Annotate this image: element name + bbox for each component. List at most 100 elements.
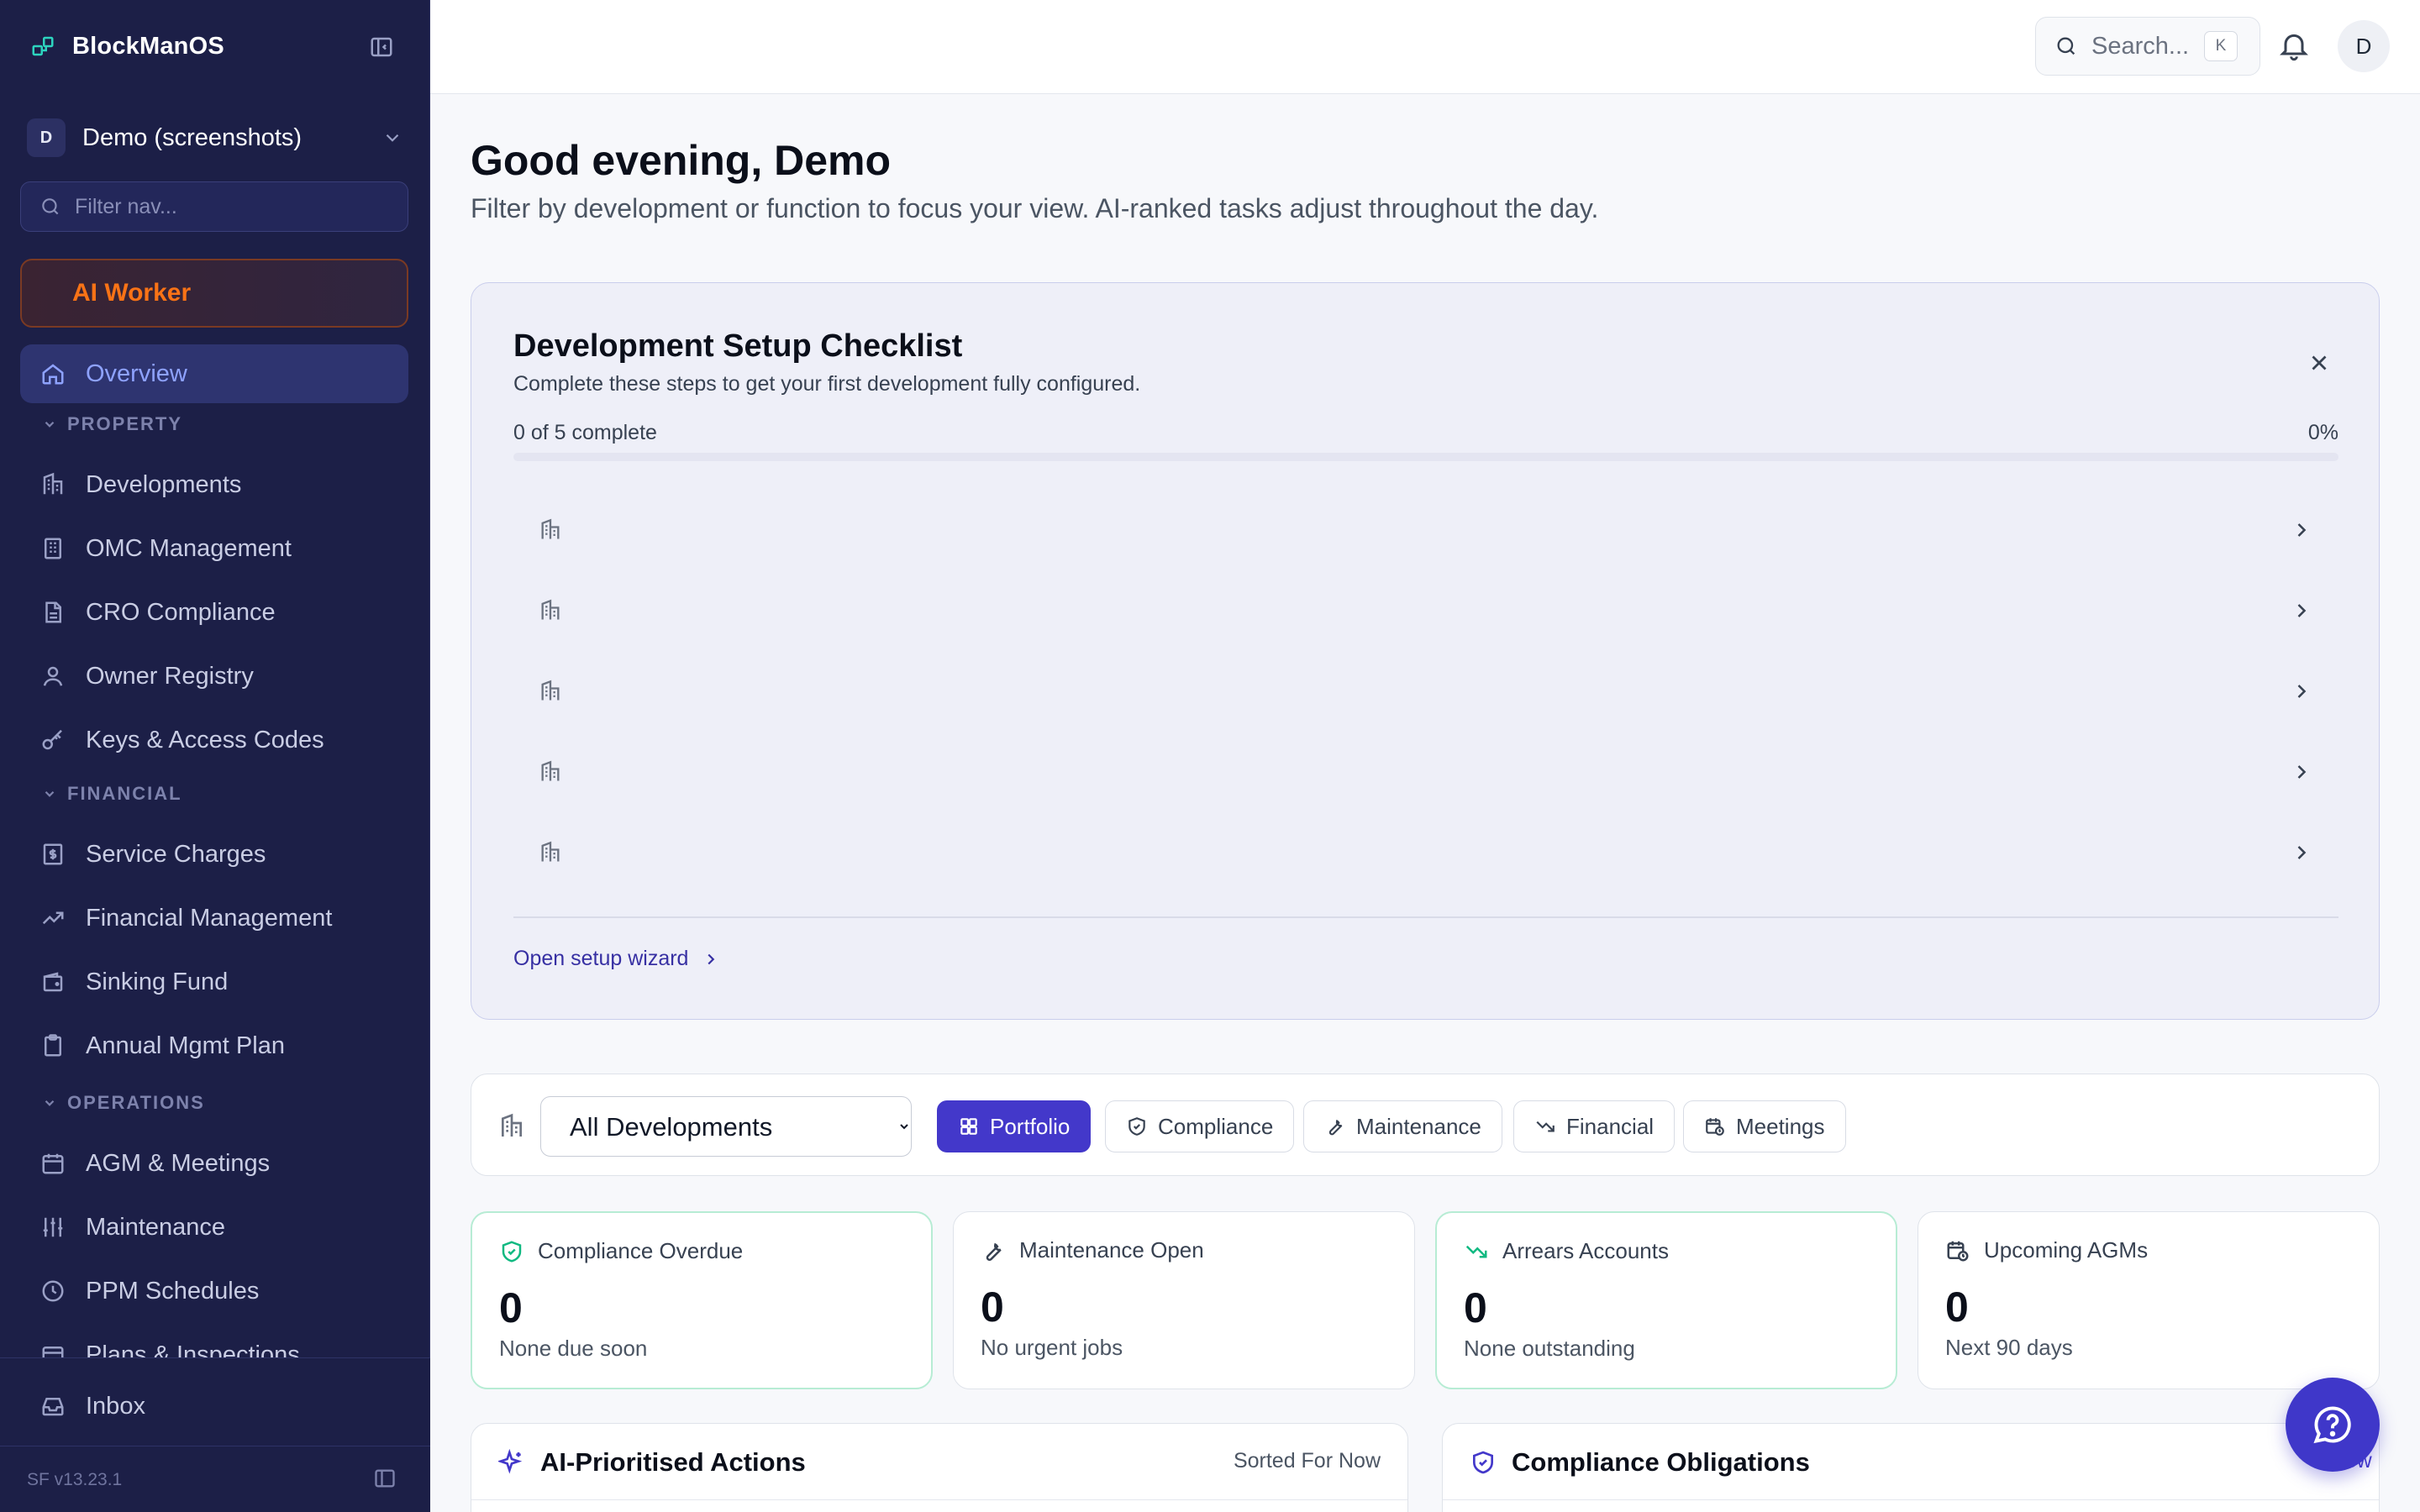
- app-version: SF v13.23.1: [27, 1469, 123, 1489]
- sidebar-item-service-charges[interactable]: Service Charges: [20, 825, 408, 884]
- stat-value: 0: [981, 1284, 1004, 1331]
- section-property[interactable]: PROPERTY: [42, 412, 182, 437]
- sidebar-item-label: Annual Mgmt Plan: [86, 1032, 285, 1059]
- sidebar-item-keys-access-codes[interactable]: Keys & Access Codes: [20, 711, 408, 769]
- toggle-sidebar-icon[interactable]: [373, 1467, 397, 1490]
- sidebar-item-label: OMC Management: [86, 534, 292, 562]
- chevron-right-icon: [2290, 599, 2313, 622]
- sidebar-item-label: Owner Registry: [86, 662, 254, 690]
- search-label: Search...: [2091, 32, 2190, 60]
- calendar-icon: [40, 1151, 66, 1176]
- checklist-step[interactable]: [513, 574, 2338, 648]
- stat-value: 0: [1945, 1284, 1969, 1331]
- tab-meetings[interactable]: Meetings: [1683, 1100, 1846, 1152]
- tab-compliance[interactable]: Compliance: [1105, 1100, 1295, 1152]
- nav-scroll[interactable]: Overview PROPERTY Developments OMC Manag…: [0, 344, 430, 1357]
- sidebar-item-overview[interactable]: Overview: [20, 344, 408, 403]
- topbar: Search... K D: [430, 0, 2420, 94]
- sidebar-item-financial-management[interactable]: Financial Management: [20, 889, 408, 948]
- global-search-button[interactable]: Search... K: [2035, 17, 2260, 76]
- sidebar-item-label: Keys & Access Codes: [86, 726, 324, 753]
- sidebar-item-ppm-schedules[interactable]: PPM Schedules: [20, 1262, 408, 1320]
- checklist-step[interactable]: [513, 654, 2338, 728]
- nav-filter-input[interactable]: [75, 194, 394, 219]
- sidebar-item-label: Developments: [86, 470, 242, 498]
- trending-up-icon: [40, 906, 66, 931]
- checklist-description: Complete these steps to get your first d…: [513, 372, 1141, 396]
- sidebar-item-cro-compliance[interactable]: CRO Compliance: [20, 583, 408, 642]
- support-chat-button[interactable]: [2286, 1378, 2380, 1472]
- bell-icon[interactable]: [2277, 29, 2311, 62]
- sidebar-item-label: Inbox: [86, 1392, 145, 1420]
- office-icon: [40, 536, 66, 561]
- chevron-down-icon: [42, 417, 57, 432]
- sidebar-item-maintenance[interactable]: Maintenance: [20, 1198, 408, 1257]
- tab-portfolio[interactable]: Portfolio: [937, 1100, 1092, 1152]
- stat-card-maintenance-open[interactable]: Maintenance Open 0 No urgent jobs: [953, 1211, 1415, 1389]
- wallet-icon: [40, 969, 66, 995]
- building-icon: [539, 760, 562, 784]
- checklist-step[interactable]: [513, 493, 2338, 567]
- tab-label: Financial: [1566, 1113, 1655, 1139]
- sort-label[interactable]: Sorted For Now: [1234, 1449, 1381, 1473]
- wrench-icon: [1324, 1116, 1346, 1137]
- page-title: Good evening, Demo: [471, 137, 892, 184]
- brand[interactable]: BlockManOS: [30, 30, 224, 62]
- section-operations[interactable]: OPERATIONS: [42, 1090, 205, 1116]
- panel-header: Compliance Obligations: [1470, 1447, 1810, 1478]
- checklist-step[interactable]: [513, 816, 2338, 890]
- sidebar-item-label: Maintenance: [86, 1213, 226, 1241]
- sidebar-item-annual-mgmt-plan[interactable]: Annual Mgmt Plan: [20, 1016, 408, 1075]
- org-name: Demo (screenshots): [82, 123, 302, 151]
- sidebar-item-label: CRO Compliance: [86, 598, 276, 626]
- stat-card-compliance-overdue[interactable]: Compliance Overdue 0 None due soon: [471, 1211, 933, 1389]
- building-icon: [498, 1113, 525, 1140]
- sidebar-item-owner-registry[interactable]: Owner Registry: [20, 647, 408, 706]
- sidebar-item-label: AGM & Meetings: [86, 1149, 271, 1177]
- shield-check-icon: [499, 1239, 524, 1264]
- shield-check-icon: [1470, 1449, 1497, 1476]
- sidebar-item-inbox[interactable]: Inbox: [20, 1377, 408, 1436]
- stat-label: Maintenance Open: [1019, 1237, 1204, 1263]
- sidebar-item-label: Financial Management: [86, 904, 333, 932]
- chevron-right-icon: [702, 950, 720, 969]
- chevron-down-icon: [42, 786, 57, 801]
- stat-card-arrears-accounts[interactable]: Arrears Accounts 0 None outstanding: [1435, 1211, 1897, 1389]
- sidebar-item-agm-meetings[interactable]: AGM & Meetings: [20, 1134, 408, 1193]
- user-avatar[interactable]: D: [2338, 20, 2390, 72]
- stat-note: No urgent jobs: [981, 1335, 1123, 1360]
- building-icon: [40, 472, 66, 497]
- close-icon[interactable]: [2307, 350, 2332, 375]
- sidebar-item-omc-management[interactable]: OMC Management: [20, 519, 408, 578]
- section-financial[interactable]: FINANCIAL: [42, 781, 182, 806]
- grid-icon: [958, 1116, 980, 1137]
- chevron-right-icon: [2290, 680, 2313, 703]
- trending-down-icon: [1464, 1239, 1489, 1264]
- setup-checklist: Development Setup Checklist Complete the…: [471, 282, 2380, 1020]
- tab-financial[interactable]: Financial: [1513, 1100, 1676, 1152]
- search-shortcut-badge: K: [2204, 31, 2238, 61]
- compliance-obligations-panel: Compliance Obligations View: [1442, 1423, 2380, 1512]
- checklist-step[interactable]: [513, 735, 2338, 809]
- ai-worker-button[interactable]: AI Worker: [20, 259, 408, 328]
- sidebar-item-plans-inspections[interactable]: Plans & Inspections: [20, 1326, 408, 1357]
- sidebar-footer: Inbox SF v13.23.1: [0, 1357, 430, 1512]
- open-setup-wizard-link[interactable]: Open setup wizard: [513, 947, 720, 971]
- stat-value: 0: [499, 1284, 523, 1331]
- brand-name: BlockManOS: [72, 32, 224, 60]
- development-select[interactable]: All Developments: [540, 1096, 912, 1157]
- collapse-sidebar-button[interactable]: [365, 32, 398, 62]
- sidebar-item-label: Overview: [86, 360, 187, 387]
- ai-worker-label: AI Worker: [72, 279, 192, 307]
- sliders-icon: [40, 1215, 66, 1240]
- stat-note: Next 90 days: [1945, 1335, 2073, 1360]
- filter-bar: All Developments Portfolio Compliance Ma…: [471, 1074, 2380, 1176]
- tab-maintenance[interactable]: Maintenance: [1303, 1100, 1502, 1152]
- checklist-title: Development Setup Checklist: [513, 328, 963, 364]
- sidebar-item-sinking-fund[interactable]: Sinking Fund: [20, 953, 408, 1011]
- trending-down-icon: [1534, 1116, 1556, 1137]
- calendar-clock-icon: [1704, 1116, 1726, 1137]
- sidebar-item-developments[interactable]: Developments: [20, 455, 408, 514]
- org-switcher[interactable]: D Demo (screenshots): [27, 118, 403, 158]
- stat-card-upcoming-agms[interactable]: Upcoming AGMs 0 Next 90 days: [1918, 1211, 2380, 1389]
